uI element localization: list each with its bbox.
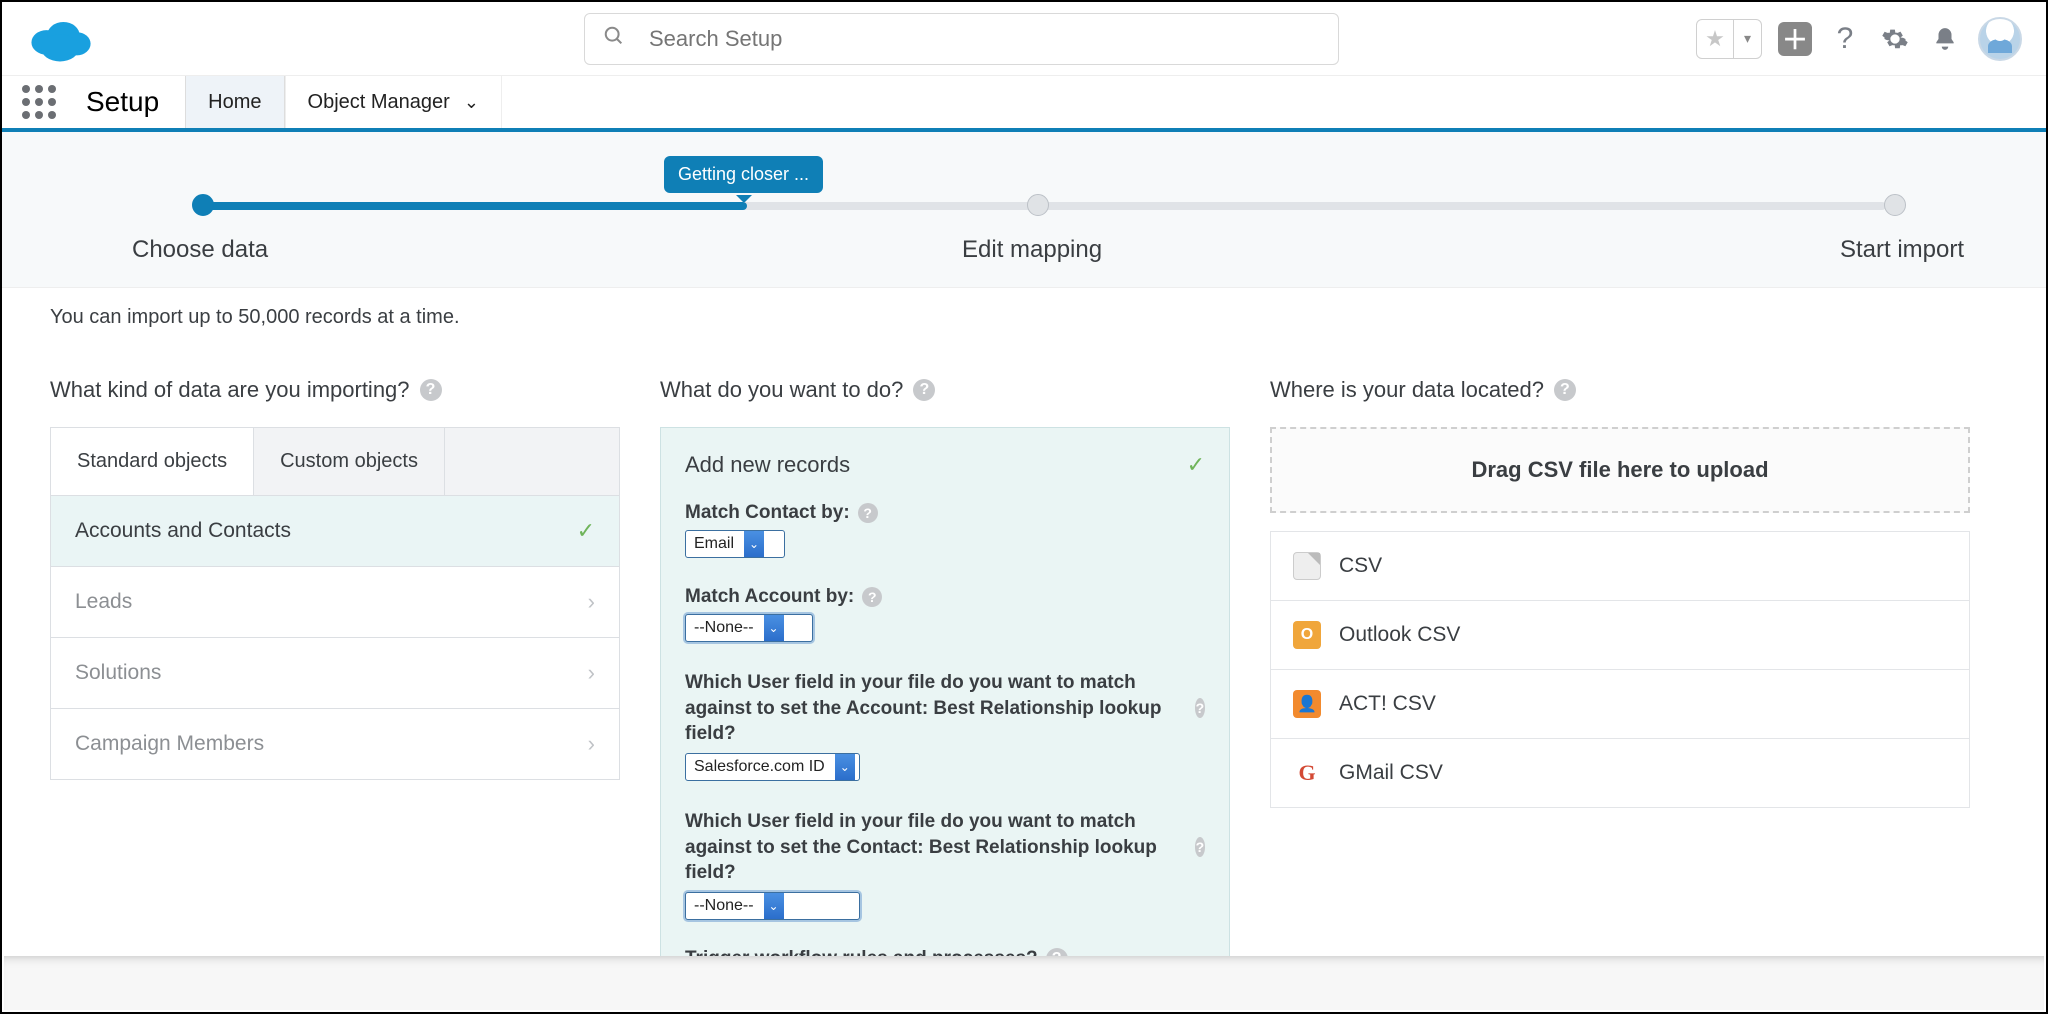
chevron-right-icon: › [588,660,595,686]
notifications-icon[interactable] [1928,22,1962,56]
action-panel: Add new records ✓ Match Contact by: ? Em… [660,427,1230,979]
col3-heading: Where is your data located? [1270,377,1544,403]
context-bar: Setup Home Object Manager ⌄ [2,76,2046,132]
progress-fill [197,202,747,210]
match-contact-label: Match Contact by: [685,502,850,524]
tab-custom-objects[interactable]: Custom objects [254,428,445,495]
favorites-button[interactable]: ★ ▾ [1696,19,1762,59]
col1-heading: What kind of data are you importing? [50,377,410,403]
select-arrow-icon: ⌄ [835,754,855,780]
salesforce-logo-icon[interactable] [26,15,94,63]
gmail-icon: G [1293,759,1321,787]
select-value: --None-- [686,897,764,915]
action-title: Add new records [685,452,850,478]
select-arrow-icon: ⌄ [764,893,784,919]
help-icon[interactable]: ? [420,379,442,401]
chevron-down-icon: ⌄ [464,92,479,113]
gear-icon[interactable] [1878,22,1912,56]
user-account-select[interactable]: Salesforce.com ID ⌄ [685,753,860,781]
user-contact-label: Which User field in your file do you wan… [685,809,1187,886]
help-icon[interactable]: ? [913,379,935,401]
object-item-label: Accounts and Contacts [75,519,291,543]
file-source-list: CSV O Outlook CSV 👤 ACT! CSV G GMail CSV [1270,531,1970,808]
file-source-outlook[interactable]: O Outlook CSV [1271,600,1969,669]
intro-text: You can import up to 50,000 records at a… [50,306,1998,329]
bottom-bar [4,956,2044,1010]
user-contact-select[interactable]: --None-- ⌄ [685,892,860,920]
file-source-act[interactable]: 👤 ACT! CSV [1271,669,1969,738]
chevron-right-icon: › [588,731,595,757]
file-source-label: GMail CSV [1339,761,1443,785]
progress-tooltip: Getting closer ... [664,156,823,193]
file-source-label: CSV [1339,554,1382,578]
column-data-location: Where is your data located? ? Drag CSV f… [1270,377,1970,979]
step-dot-3[interactable] [1884,194,1906,216]
step-dot-2[interactable] [1027,194,1049,216]
search-input[interactable] [649,26,1320,52]
page-body: You can import up to 50,000 records at a… [2,288,2046,979]
tab-home[interactable]: Home [185,76,284,128]
help-icon[interactable]: ? [858,503,878,523]
object-item-solutions[interactable]: Solutions › [51,637,619,708]
step-label-1: Choose data [132,236,268,264]
csv-dropzone[interactable]: Drag CSV file here to upload [1270,427,1970,513]
dropzone-label: Drag CSV file here to upload [1471,457,1768,483]
csv-file-icon [1293,552,1321,580]
user-avatar[interactable] [1978,17,2022,61]
file-source-csv[interactable]: CSV [1271,532,1969,600]
global-header: ★ ▾ ＋ ? [2,2,2046,76]
match-contact-select[interactable]: Email ⌄ [685,530,785,558]
check-icon: ✓ [1187,452,1205,478]
file-source-label: ACT! CSV [1339,692,1436,716]
column-data-type: What kind of data are you importing? ? S… [50,377,620,979]
select-arrow-icon: ⌄ [744,531,764,557]
star-icon: ★ [1697,26,1733,52]
tab-standard-objects[interactable]: Standard objects [51,428,254,495]
outlook-icon: O [1293,621,1321,649]
select-value: Email [686,535,744,553]
app-name: Setup [60,76,185,128]
match-account-label: Match Account by: [685,586,854,608]
col2-heading: What do you want to do? [660,377,903,403]
help-icon[interactable]: ? [1828,22,1862,56]
file-source-gmail[interactable]: G GMail CSV [1271,738,1969,807]
object-item-campaign-members[interactable]: Campaign Members › [51,708,619,779]
object-type-tabs: Standard objects Custom objects [50,427,620,495]
step-label-3: Start import [1840,236,1964,264]
object-item-label: Leads [75,590,132,614]
help-icon[interactable]: ? [1554,379,1576,401]
tab-object-manager[interactable]: Object Manager ⌄ [285,76,502,128]
app-launcher-icon[interactable] [18,76,60,128]
chevron-down-icon: ▾ [1733,20,1761,58]
object-item-label: Solutions [75,661,161,685]
act-icon: 👤 [1293,690,1321,718]
file-source-label: Outlook CSV [1339,623,1460,647]
select-value: Salesforce.com ID [686,758,835,776]
user-account-label: Which User field in your file do you wan… [685,670,1187,747]
select-arrow-icon: ⌄ [764,615,784,641]
tab-label: Object Manager [308,91,450,114]
step-dot-1[interactable] [192,194,214,216]
object-item-label: Campaign Members [75,732,264,756]
global-actions-button[interactable]: ＋ [1778,22,1812,56]
header-actions: ★ ▾ ＋ ? [1696,17,2022,61]
select-value: --None-- [686,619,764,637]
check-icon: ✓ [577,518,595,544]
wizard-progress: Getting closer ... Choose data Edit mapp… [2,132,2046,288]
help-icon[interactable]: ? [1195,837,1205,857]
help-icon[interactable]: ? [1195,698,1205,718]
global-search[interactable] [584,13,1339,65]
search-icon [603,25,625,52]
object-item-accounts-contacts[interactable]: Accounts and Contacts ✓ [51,496,619,566]
chevron-right-icon: › [588,589,595,615]
match-account-select[interactable]: --None-- ⌄ [685,614,813,642]
object-list: Accounts and Contacts ✓ Leads › Solution… [50,495,620,780]
help-icon[interactable]: ? [862,587,882,607]
object-item-leads[interactable]: Leads › [51,566,619,637]
step-label-2: Edit mapping [962,236,1102,264]
column-action: What do you want to do? ? Add new record… [660,377,1230,979]
